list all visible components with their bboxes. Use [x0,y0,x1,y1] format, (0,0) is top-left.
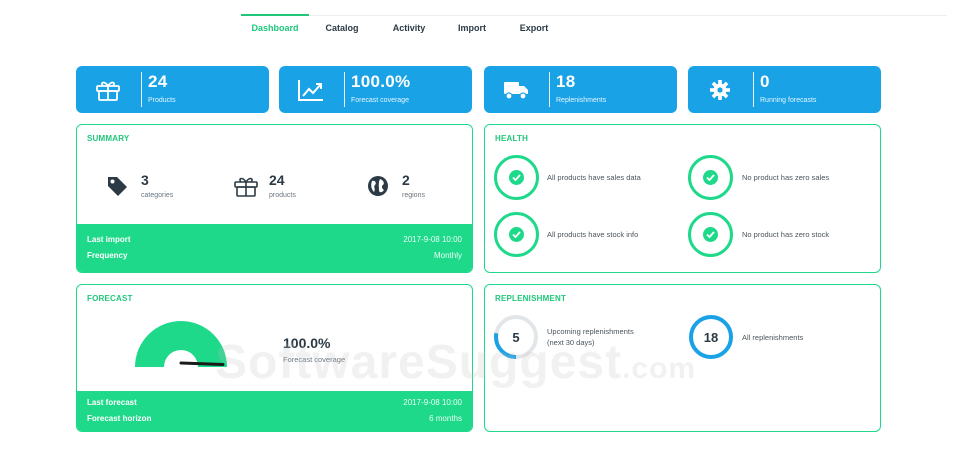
forecast-gauge [135,321,227,367]
stat-label: Replenishments [556,97,607,104]
forecast-value: 100.0% [283,335,331,351]
last-forecast-label: Last forecast [87,398,137,407]
tile-separator [141,72,142,107]
panel-title: REPLENISHMENT [495,294,567,303]
tab-import[interactable]: Import [449,15,495,45]
upcoming-replenishments-value: 5 [512,330,520,345]
last-forecast-value: 2017-9-08 10:00 [403,398,462,407]
forecast-panel: FORECAST 100.0% Forecast coverage Last f… [76,284,473,432]
health-panel: HEALTH All products have sales data No p… [484,124,881,273]
stat-label: Forecast coverage [351,97,409,104]
health-check-text: No product has zero sales [742,173,830,182]
panel-title: FORECAST [87,294,133,303]
summary-value: 24 [269,172,285,188]
replenishment-panel: REPLENISHMENT 5 Upcoming replenishments … [484,284,881,432]
forecast-footer: Last forecast 2017-9-08 10:00 Forecast h… [77,391,472,431]
upcoming-label-line1: Upcoming replenishments [547,327,634,336]
tab-activity[interactable]: Activity [381,15,437,45]
panel-title: SUMMARY [87,134,130,143]
upcoming-label-line2: (next 30 days) [547,338,595,347]
stat-label: Products [148,97,176,104]
upcoming-replenishments-label: Upcoming replenishments (next 30 days) [547,326,634,348]
tab-dashboard[interactable]: Dashboard [241,14,309,45]
frequency-value: Monthly [433,251,462,260]
check-circle-icon [494,212,539,257]
health-check-text: All products have stock info [547,230,639,239]
health-check-text: No product has zero stock [742,230,830,239]
forecast-label: Forecast coverage [283,355,346,364]
truck-icon [502,77,530,103]
tile-separator [344,72,345,107]
summary-value: 3 [141,172,149,188]
health-check-text: All products have sales data [547,173,641,182]
summary-label: products [269,192,296,199]
frequency-label: Frequency [87,251,128,260]
stat-value: 18 [556,72,576,91]
summary-footer: Last import 2017-9-08 10:00 Frequency Mo… [77,224,472,272]
check-circle-icon [688,155,733,200]
last-import-label: Last import [87,235,131,244]
tab-export[interactable]: Export [509,15,559,45]
forecast-horizon-label: Forecast horizon [87,414,152,423]
all-replenishments-value: 18 [703,330,719,345]
trend-chart-icon [297,77,325,103]
summary-panel: SUMMARY 3 categories 24 products 2 regio… [76,124,473,273]
check-circle-icon [494,155,539,200]
summary-label: regions [402,192,425,199]
stat-tile-products[interactable]: 24 Products [76,66,269,113]
last-import-value: 2017-9-08 10:00 [403,235,462,244]
stat-tile-forecast-coverage[interactable]: 100.0% Forecast coverage [279,66,472,113]
tag-icon [105,174,129,198]
stat-tile-replenishments[interactable]: 18 Replenishments [484,66,677,113]
gift-icon [233,174,258,198]
main-nav: Dashboard Catalog Activity Import Export [241,14,559,45]
tab-catalog[interactable]: Catalog [315,15,369,45]
stat-tile-running-forecasts[interactable]: 0 Running forecasts [688,66,881,113]
panel-title: HEALTH [495,134,529,143]
stat-label: Running forecasts [760,97,817,104]
stat-value: 0 [760,72,770,91]
tile-separator [753,72,754,107]
summary-value: 2 [402,172,410,188]
globe-icon [366,174,390,198]
gift-icon [94,77,122,103]
stat-value: 100.0% [351,72,411,91]
tile-separator [549,72,550,107]
stat-value: 24 [148,72,168,91]
forecast-horizon-value: 6 months [429,414,462,423]
all-replenishments-label: All replenishments [742,333,804,342]
gear-icon [706,77,734,103]
summary-label: categories [141,192,174,199]
check-circle-icon [688,212,733,257]
